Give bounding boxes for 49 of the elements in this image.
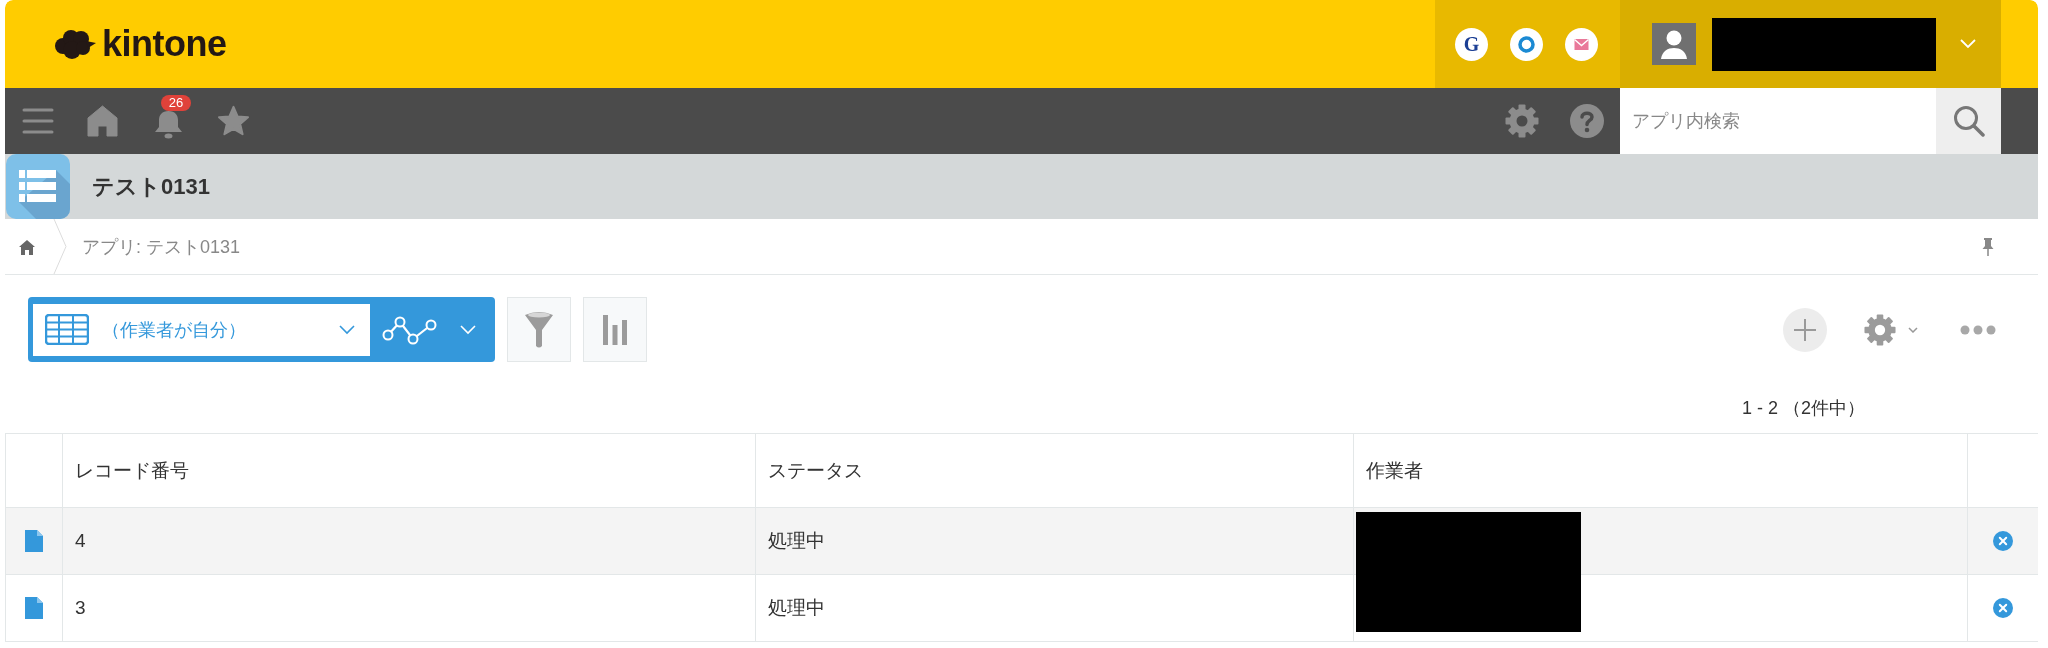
app-title: テスト0131 [92,172,210,201]
table-cell: 4 [63,508,756,574]
table-icon [45,314,89,345]
list-icon [6,154,70,219]
search-button[interactable] [1936,88,2001,154]
breadcrumb-link[interactable]: アプリ: テスト0131 [82,234,241,259]
avatar-icon[interactable] [1652,23,1696,65]
search-icon [1952,105,1985,137]
document-icon[interactable] [25,530,43,552]
settings-icon[interactable] [1505,104,1539,138]
filter-button[interactable] [507,297,571,362]
ellipsis-icon [1960,324,1996,335]
close-icon[interactable] [1993,598,2013,618]
settings-icon [1864,313,1896,346]
column-header[interactable]: 作業者 [1354,434,1968,507]
pin-icon[interactable] [1982,237,1994,256]
add-button[interactable] [1783,307,1827,352]
chevron-down-icon [460,324,476,335]
chart-button[interactable] [583,297,647,362]
document-icon[interactable] [25,597,43,619]
cloud-icon [54,29,96,59]
funnel-icon [524,309,554,350]
more-button[interactable] [1960,324,1996,335]
chevron-down-icon [1908,326,1918,333]
chevron-down-icon[interactable] [1960,39,1976,49]
settings-button[interactable] [1864,313,1918,346]
logo-text: kintone [102,23,227,65]
bar-chart-icon [603,314,627,345]
table-cell: 処理中 [756,508,1354,574]
notification-badge: 26 [161,95,191,111]
app-launcher-button[interactable]: G [1455,27,1488,61]
mail-icon[interactable] [1565,27,1598,61]
plus-icon [1794,318,1816,341]
table-cell: 処理中 [756,575,1354,641]
line-graph-icon [382,314,437,345]
star-icon[interactable] [217,105,250,137]
bell-icon[interactable] [154,111,183,139]
column-header[interactable]: ステータス [756,434,1354,507]
home-icon[interactable] [87,105,118,137]
ring-icon[interactable] [1510,27,1543,61]
column-header[interactable]: レコード番号 [63,434,756,507]
table-cell: 3 [63,575,756,641]
home-icon[interactable] [19,238,35,255]
menu-icon[interactable] [22,108,54,134]
close-icon[interactable] [1993,531,2013,551]
help-icon[interactable] [1570,104,1604,138]
search-field[interactable]: アプリ内検索 [1620,88,1936,154]
record-count: 1 - 2 （2件中） [1741,397,1865,420]
chevron-down-icon [339,324,355,335]
